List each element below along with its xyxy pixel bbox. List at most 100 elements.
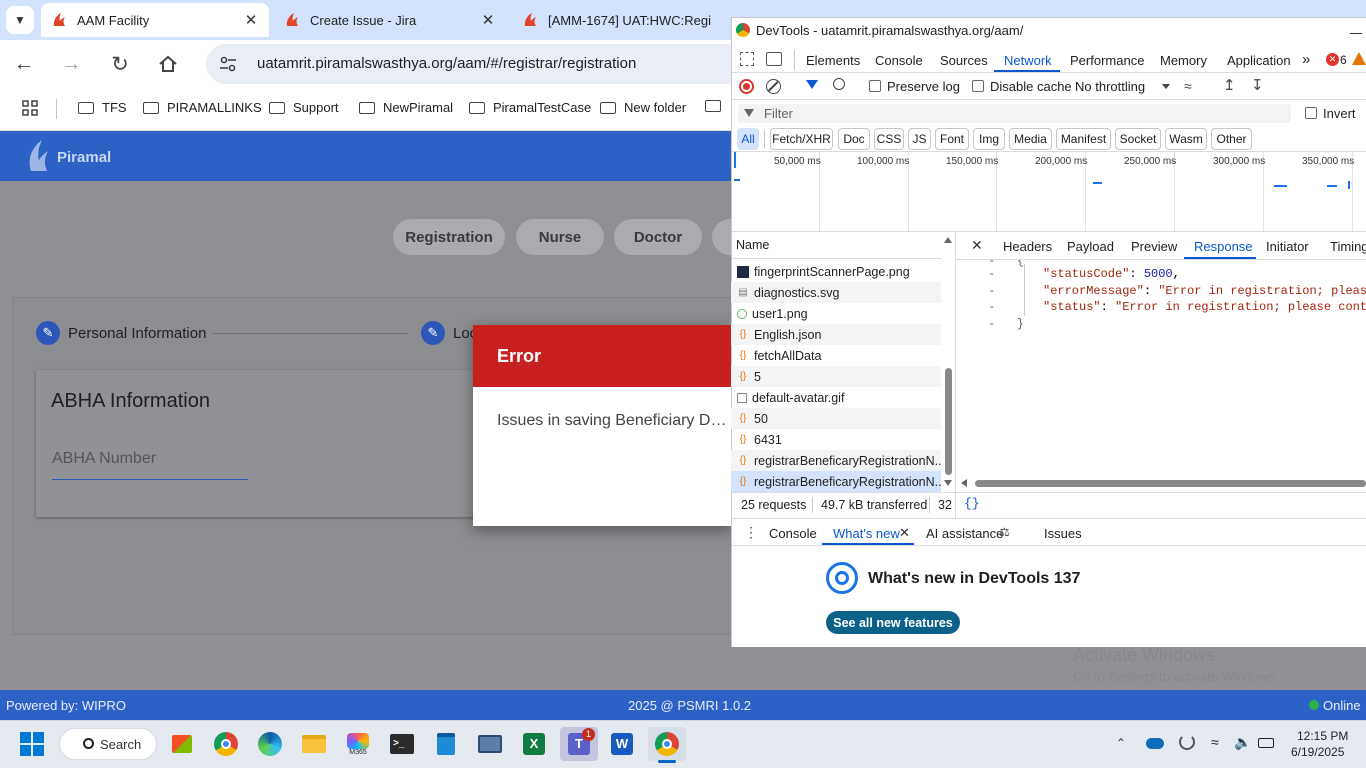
type-filter-other[interactable]: Other xyxy=(1211,128,1252,150)
import-har-icon[interactable]: ↥ xyxy=(1223,76,1236,94)
type-filter-img[interactable]: Img xyxy=(973,128,1005,150)
type-filter-fetch-xhr[interactable]: Fetch/XHR xyxy=(770,128,833,150)
close-detail-icon[interactable]: ✕ xyxy=(971,237,983,254)
type-filter-all[interactable]: All xyxy=(737,128,759,150)
step-personal-information[interactable]: ✎ Personal Information xyxy=(36,321,206,345)
panel-tab-network[interactable]: Network xyxy=(1004,53,1052,68)
detail-tab-payload[interactable]: Payload xyxy=(1067,239,1114,254)
site-info-icon[interactable] xyxy=(218,54,238,74)
taskbar-chrome-icon[interactable] xyxy=(209,727,243,761)
taskbar-m365-icon[interactable]: M365 xyxy=(341,727,375,761)
taskbar-chrome-active-icon[interactable] xyxy=(648,727,686,761)
request-row[interactable]: {} registrarBeneficaryRegistrationN... xyxy=(731,450,941,471)
close-tab-icon[interactable]: ✕ xyxy=(243,11,259,29)
request-row[interactable]: {} fetchAllData xyxy=(731,345,941,366)
tab-aam-facility[interactable]: AAM Facility ✕ xyxy=(41,3,269,37)
see-all-features-button[interactable]: See all new features xyxy=(826,611,960,634)
detail-tab-preview[interactable]: Preview xyxy=(1131,239,1177,254)
bookmark-folder-partial[interactable] xyxy=(705,100,729,112)
list-scrollbar-thumb[interactable] xyxy=(945,368,952,475)
onedrive-cloud-icon[interactable] xyxy=(1146,738,1164,749)
export-har-icon[interactable]: ↧ xyxy=(1251,76,1264,94)
filter-input[interactable]: Filter xyxy=(738,104,1291,123)
list-scroll-up-icon[interactable] xyxy=(944,237,952,243)
battery-icon[interactable] xyxy=(1258,738,1274,748)
volume-icon[interactable]: 🔈 xyxy=(1234,734,1251,751)
request-row[interactable]: {} 5 xyxy=(731,366,941,387)
taskbar-store-icon[interactable] xyxy=(165,727,199,761)
request-row[interactable]: ▤ diagnostics.svg xyxy=(731,282,941,303)
network-conditions-wifi-icon[interactable]: ≈ xyxy=(1184,78,1192,94)
tab-jira-ticket[interactable]: [AMM-1674] UAT:HWC:Regi xyxy=(512,3,734,37)
detail-tab-initiator[interactable]: Initiator xyxy=(1266,239,1309,254)
request-row[interactable]: {} English.json xyxy=(731,324,941,345)
request-row[interactable]: {} 50 xyxy=(731,408,941,429)
taskbar-excel-icon[interactable]: X xyxy=(517,727,551,761)
panel-tab-sources[interactable]: Sources xyxy=(940,53,988,68)
bookmark-folder-piramaltestcase[interactable]: PiramalTestCase xyxy=(469,100,591,115)
type-filter-js[interactable]: JS xyxy=(908,128,931,150)
request-row[interactable]: user1.png xyxy=(731,303,941,324)
name-column-header[interactable]: Name xyxy=(736,238,769,252)
request-row[interactable]: default-avatar.gif xyxy=(731,387,941,408)
invert-checkbox[interactable] xyxy=(1305,107,1317,119)
show-hidden-icons-chevron[interactable]: ⌃ xyxy=(1116,736,1126,750)
nav-pill-doctor[interactable]: Doctor xyxy=(614,219,702,255)
wifi-icon[interactable]: ≈ xyxy=(1211,734,1219,750)
h-scroll-left-icon[interactable] xyxy=(961,479,967,487)
close-whats-new-icon[interactable]: ✕ xyxy=(899,525,910,541)
h-scrollbar-thumb[interactable] xyxy=(975,480,1366,487)
clock-date[interactable]: 6/19/2025 xyxy=(1291,745,1344,759)
filter-funnel-icon[interactable] xyxy=(806,80,818,89)
detail-tab-headers[interactable]: Headers xyxy=(1003,239,1052,254)
inspect-element-icon[interactable] xyxy=(740,52,754,66)
more-panels-icon[interactable]: » xyxy=(1302,51,1310,68)
throttling-select[interactable]: No throttling xyxy=(1075,79,1145,94)
taskbar-word-icon[interactable]: W xyxy=(605,727,639,761)
drawer-tab-issues[interactable]: Issues xyxy=(1044,526,1082,541)
close-tab-icon[interactable]: ✕ xyxy=(480,11,496,29)
detail-tab-response[interactable]: Response xyxy=(1194,239,1253,254)
detail-tab-timing[interactable]: Timing xyxy=(1330,239,1366,254)
step-location[interactable]: ✎ Loc xyxy=(421,321,477,345)
request-row-selected[interactable]: {} registrarBeneficaryRegistrationN... xyxy=(731,471,941,492)
throttling-dropdown-icon[interactable] xyxy=(1162,84,1170,89)
taskbar-terminal-icon[interactable]: >_ xyxy=(385,727,419,761)
preserve-log-checkbox[interactable] xyxy=(869,80,881,92)
home-button[interactable] xyxy=(152,48,184,80)
request-row[interactable]: fingerprintScannerPage.png xyxy=(731,261,941,282)
bookmark-folder-piramallinks[interactable]: PIRAMALLINKS xyxy=(143,100,262,115)
bookmark-folder-tfs[interactable]: TFS xyxy=(78,100,127,115)
pretty-print-icon[interactable]: {} xyxy=(964,496,980,511)
reload-button[interactable]: ↻ xyxy=(104,48,136,80)
error-count[interactable]: 6 xyxy=(1340,53,1347,67)
taskbar-file-explorer-icon[interactable] xyxy=(297,727,331,761)
record-stop-icon[interactable] xyxy=(739,79,754,94)
type-filter-css[interactable]: CSS xyxy=(874,128,904,150)
request-row[interactable]: {} 6431 xyxy=(731,429,941,450)
warning-icon[interactable] xyxy=(1352,52,1366,65)
abha-number-input[interactable]: ABHA Number xyxy=(52,448,248,480)
windows-start-icon[interactable] xyxy=(20,732,44,756)
tab-search-button[interactable]: ▼ xyxy=(6,6,34,34)
sync-icon[interactable] xyxy=(1179,734,1195,750)
nav-pill-nurse[interactable]: Nurse xyxy=(516,219,604,255)
taskbar-remote-desktop-icon[interactable] xyxy=(473,727,507,761)
type-filter-doc[interactable]: Doc xyxy=(838,128,870,150)
bookmark-folder-new-folder[interactable]: New folder xyxy=(600,100,686,115)
error-count-icon[interactable]: ✕ xyxy=(1326,53,1339,66)
list-scroll-down-icon[interactable] xyxy=(944,480,952,486)
back-button[interactable]: ← xyxy=(8,48,40,80)
panel-tab-application[interactable]: Application xyxy=(1227,53,1291,68)
search-icon[interactable] xyxy=(833,78,845,90)
panel-tab-elements[interactable]: Elements xyxy=(806,53,860,68)
device-toolbar-icon[interactable] xyxy=(766,52,782,66)
nav-pill-registration[interactable]: Registration xyxy=(393,219,505,255)
drawer-menu-icon[interactable]: ⋮ xyxy=(744,524,758,541)
type-filter-manifest[interactable]: Manifest xyxy=(1056,128,1111,150)
taskbar-search-box[interactable]: Search xyxy=(59,728,157,760)
drawer-tab-console[interactable]: Console xyxy=(769,526,817,541)
panel-tab-console[interactable]: Console xyxy=(875,53,923,68)
tab-create-issue-jira[interactable]: Create Issue - Jira ✕ xyxy=(274,3,506,37)
clear-icon[interactable] xyxy=(766,79,781,94)
